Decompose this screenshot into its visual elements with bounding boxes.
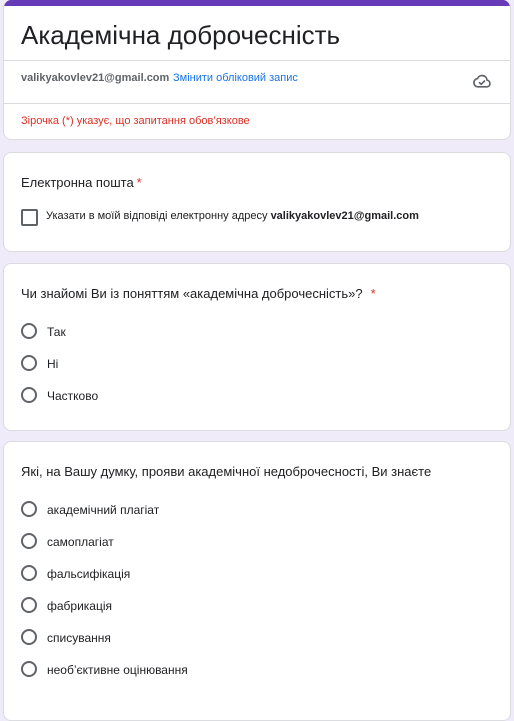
- question2-option-label: фабрикація: [47, 599, 113, 613]
- form-title: Академічна доброчесність: [21, 20, 341, 50]
- form-header-card: Академічна доброчесність valikyakovlev21…: [3, 0, 511, 140]
- question1-option-label: Так: [47, 325, 66, 339]
- required-note: Зірочка (*) указує, що запитання обов’яз…: [21, 115, 250, 127]
- include-email-label: Указати в моїй відповіді електронну адре…: [46, 210, 419, 222]
- question1-option-label: Ні: [47, 357, 59, 371]
- radio-button[interactable]: [21, 629, 37, 645]
- question1-title: Чи знайомі Ви із поняттям «академічна до…: [21, 286, 376, 301]
- include-email-checkbox[interactable]: [21, 209, 38, 226]
- radio-button[interactable]: [21, 533, 37, 549]
- question2-card: Які, на Вашу думку, прояви академічної н…: [3, 441, 511, 721]
- question1-option-label: Частково: [47, 389, 99, 403]
- radio-button[interactable]: [21, 323, 37, 339]
- cloud-saved-icon[interactable]: [472, 71, 492, 91]
- email-question-card: Електронна пошта * Указати в моїй відпові…: [3, 152, 511, 252]
- switch-account-link[interactable]: Змінити обліковий запис: [173, 72, 298, 84]
- question1-text: Чи знайомі Ви із поняттям «академічна до…: [21, 286, 363, 301]
- required-asterisk: *: [136, 175, 142, 190]
- question2-option-label: необ’єктивне оцінювання: [47, 663, 188, 677]
- required-asterisk: *: [370, 286, 376, 301]
- question2-title: Які, на Вашу думку, прояви академічної н…: [21, 464, 432, 479]
- question2-option-label: самоплагіат: [47, 535, 114, 549]
- question2-option-label: академічний плагіат: [47, 503, 160, 517]
- radio-button[interactable]: [21, 501, 37, 517]
- radio-button[interactable]: [21, 355, 37, 371]
- question2-option-label: фальсифікація: [47, 567, 131, 581]
- include-email-address: valikyakovlev21@gmail.com: [270, 210, 419, 222]
- account-email: valikyakovlev21@gmail.com: [21, 72, 170, 84]
- question2-option-label: списування: [47, 631, 111, 645]
- include-email-text: Указати в моїй відповіді електронну адре…: [46, 210, 268, 222]
- radio-button[interactable]: [21, 597, 37, 613]
- radio-button[interactable]: [21, 661, 37, 677]
- email-question-title: Електронна пошта *: [21, 175, 142, 190]
- email-question-text: Електронна пошта: [21, 175, 134, 190]
- accent-bar: [4, 0, 510, 6]
- account-row: valikyakovlev21@gmail.com Змінити обліко…: [4, 60, 510, 104]
- radio-button[interactable]: [21, 565, 37, 581]
- radio-button[interactable]: [21, 387, 37, 403]
- question1-card: Чи знайомі Ви із поняттям «академічна до…: [3, 263, 511, 431]
